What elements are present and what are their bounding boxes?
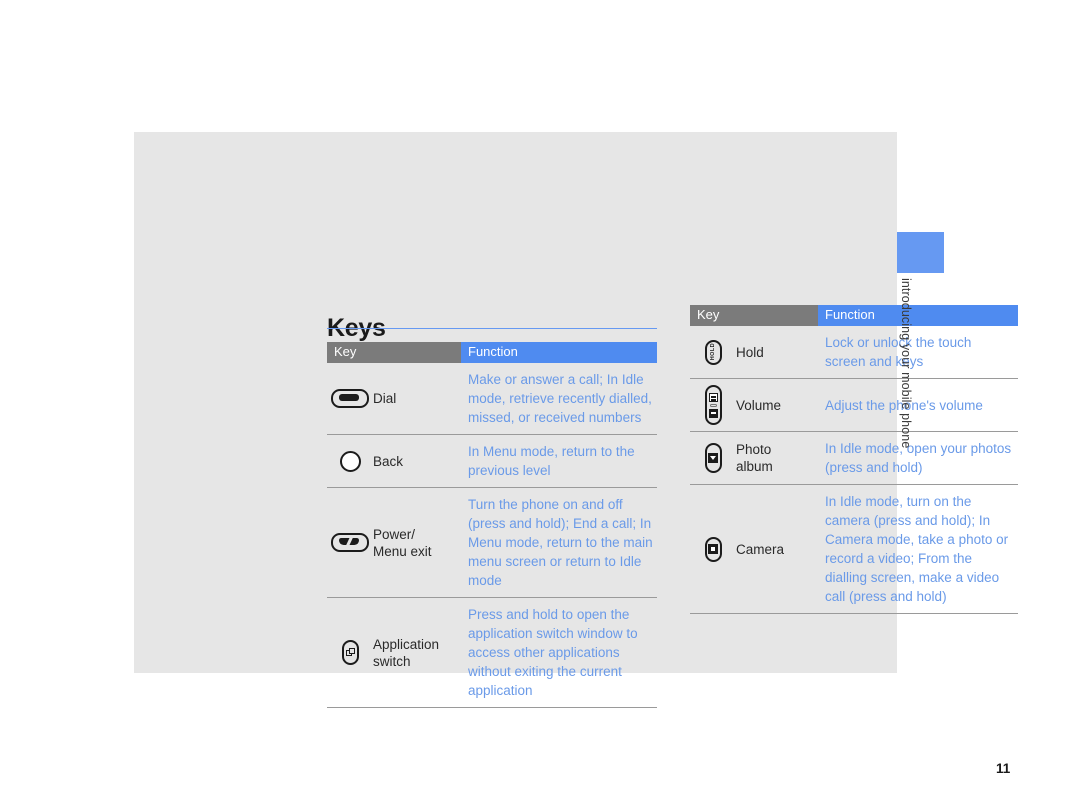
key-label-line-2: album (736, 459, 773, 474)
function-cell: Press and hold to open the application s… (468, 607, 638, 698)
key-label: Photo album (736, 441, 773, 475)
key-label: Camera (736, 541, 785, 557)
key-label-line-1: Photo (736, 442, 772, 457)
function-cell: Make or answer a call; In Idle mode, ret… (468, 372, 652, 425)
table-row: HOLD Hold Lock or unlock the touch scree… (690, 326, 1018, 379)
key-cell: Dial (327, 383, 461, 414)
key-label: Hold (736, 344, 764, 360)
table-row: Volume Adjust the phone's volume (690, 379, 1018, 432)
key-label-line-2: Menu exit (373, 543, 432, 559)
manual-page-sheet: Keys Key Function Dial Make or answer a … (134, 132, 1018, 776)
key-label-line-2: switch (373, 653, 411, 669)
application-switch-key-icon (327, 640, 373, 665)
key-label: Volume (736, 397, 782, 413)
camera-key-icon (690, 536, 736, 562)
key-cell: Power/ Menu exit (327, 520, 461, 566)
key-cell: Volume (690, 379, 818, 431)
key-label-line-1: Application (373, 636, 440, 652)
keys-table-left: Key Function Dial Make or answer a call;… (327, 342, 657, 708)
key-cell: Camera (690, 531, 818, 568)
key-label: Power/ Menu exit (373, 526, 432, 560)
key-label: Dial (373, 391, 397, 406)
table-header-row: Key Function (690, 305, 1018, 326)
key-cell: Photo album (690, 435, 818, 481)
table-row: Back In Menu mode, return to the previou… (327, 435, 657, 488)
key-cell: HOLD Hold (690, 334, 818, 371)
dial-key-icon (327, 389, 373, 408)
column-header-function: Function (461, 342, 657, 363)
column-header-key: Key (327, 342, 461, 363)
table-row: Power/ Menu exit Turn the phone on and o… (327, 488, 657, 598)
table-header-row: Key Function (327, 342, 657, 363)
key-label: Back (373, 453, 404, 469)
title-underline-rule (327, 328, 657, 329)
page-number: 11 (996, 761, 1011, 776)
keys-table-right: Key Function HOLD Hold Lock or unlock th… (690, 305, 1018, 614)
table-row: Camera In Idle mode, turn on the camera … (690, 485, 1018, 614)
volume-key-icon (690, 385, 736, 425)
section-side-label: introducing your mobile phone (899, 278, 913, 449)
function-cell: In Menu mode, return to the previous lev… (468, 444, 635, 478)
back-key-icon (327, 450, 373, 472)
table-row: Photo album In Idle mode, open your phot… (690, 432, 1018, 485)
key-cell: Application switch (327, 630, 461, 676)
power-key-icon (327, 533, 373, 552)
column-header-key: Key (690, 305, 818, 326)
key-label-line-1: Power/ (373, 526, 416, 542)
key-cell: Back (327, 445, 461, 478)
table-row: Application switch Press and hold to ope… (327, 598, 657, 708)
section-color-tab (897, 232, 944, 273)
function-cell: Turn the phone on and off (press and hol… (468, 497, 653, 588)
photo-album-key-icon (690, 443, 736, 473)
table-row: Dial Make or answer a call; In Idle mode… (327, 363, 657, 435)
key-label: Application switch (373, 636, 439, 670)
hold-key-icon: HOLD (690, 339, 736, 365)
